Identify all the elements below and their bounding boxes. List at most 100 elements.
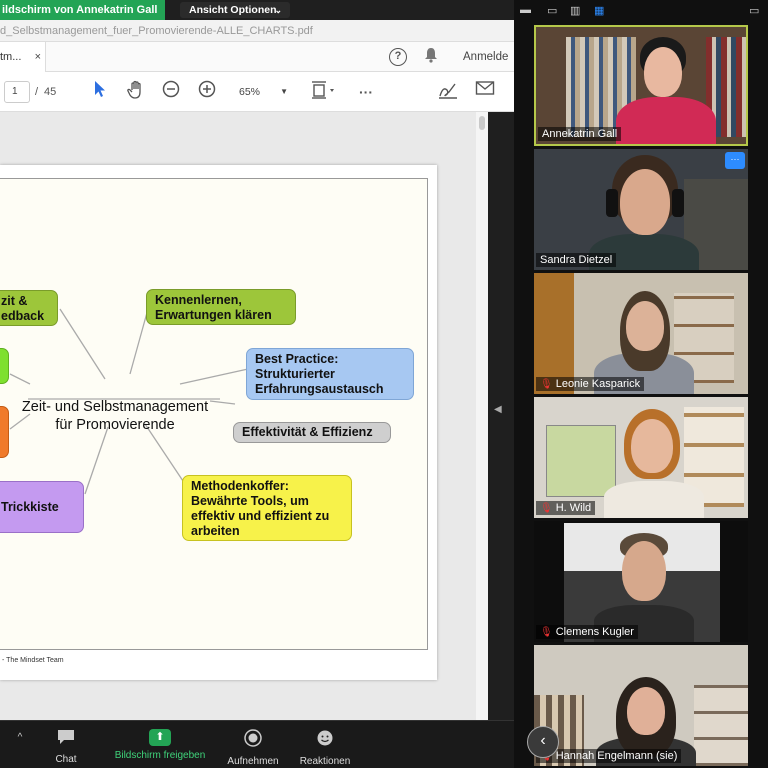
- more-options-icon[interactable]: ···: [355, 80, 377, 104]
- panel-divider[interactable]: ◀: [488, 112, 514, 720]
- pdf-toolbar: 1 / 45 65% ▼ ···: [0, 72, 514, 112]
- page-total: 45: [44, 86, 57, 98]
- participant-name-text: H. Wild: [555, 502, 592, 514]
- chevron-left-icon: ‹: [540, 732, 546, 749]
- mail-icon[interactable]: [473, 80, 497, 104]
- node-best-practice: Best Practice: Strukturierter Erfahrungs…: [246, 348, 414, 400]
- more-view-icon[interactable]: ▭: [749, 4, 759, 17]
- view-options-button[interactable]: Ansicht Optionen ⌄: [180, 2, 290, 18]
- participant-name: 🎙 H. Wild: [536, 501, 596, 515]
- participant-tile[interactable]: 🎙 Clemens Kugler: [534, 521, 748, 642]
- pdf-viewer: d_Selbstmanagement_fuer_Promovierende-AL…: [0, 20, 514, 720]
- minimize-icon[interactable]: ▬: [520, 4, 531, 16]
- participant-name-text: Clemens Kugler: [555, 626, 634, 638]
- record-icon: [222, 729, 284, 752]
- node-kennenlernen: Kennenlernen, Erwartungen klären: [146, 289, 296, 325]
- chat-label: Chat: [55, 754, 77, 765]
- help-icon[interactable]: ?: [389, 48, 407, 66]
- select-cursor-icon[interactable]: [90, 80, 110, 104]
- close-icon[interactable]: ×: [35, 42, 41, 72]
- share-screen-icon: ⬆: [149, 729, 171, 746]
- participant-tile[interactable]: 🎙Hannah Engelmann (sie): [534, 645, 748, 766]
- tab-bar: tm... × ? Anmelde: [0, 42, 514, 72]
- panel-header: ▬ ▭ ▥ ▦ ▭: [514, 0, 768, 22]
- record-button[interactable]: Aufnehmen: [222, 721, 284, 767]
- mic-off-icon: 🎙: [540, 627, 553, 638]
- chevron-down-icon: ⌄: [274, 5, 282, 15]
- participant-name-text: Leonie Kasparick: [555, 378, 641, 390]
- participant-name: 🎙Hannah Engelmann (sie): [536, 749, 682, 763]
- zoom-in-icon[interactable]: [197, 80, 217, 104]
- reactions-label: Reaktionen: [299, 756, 351, 767]
- mindmap: zit & edback Kennenlernen, Erwartungen k…: [0, 178, 428, 664]
- chat-icon: [46, 729, 86, 750]
- slide-credit: - The Mindset Team: [2, 657, 64, 664]
- share-screen-label: Bildschirm freigeben: [114, 750, 206, 761]
- restore-icon[interactable]: ▭: [547, 4, 557, 17]
- chat-button[interactable]: Chat: [46, 721, 86, 765]
- participant-tile[interactable]: 🎙 H. Wild: [534, 397, 748, 518]
- headset-icon: [672, 189, 684, 217]
- headset-icon: [606, 189, 618, 217]
- person-face: [627, 687, 665, 735]
- grid-view-icon[interactable]: ▥: [570, 4, 580, 17]
- participant-name: 🎙 Clemens Kugler: [536, 625, 638, 639]
- options-caret[interactable]: ^: [10, 721, 30, 751]
- page-fit-icon[interactable]: [309, 80, 337, 104]
- zoom-window: ildschirm von Annekatrin Gall Ansicht Op…: [0, 0, 768, 768]
- participant-tile[interactable]: ··· Sandra Dietzel: [534, 149, 748, 270]
- reactions-button[interactable]: Reaktionen: [294, 721, 356, 767]
- participant-name: Annekatrin Gall: [538, 127, 622, 141]
- share-status-bar: ildschirm von Annekatrin Gall Ansicht Op…: [0, 0, 514, 20]
- caret-up-icon: ^: [17, 732, 23, 743]
- emoji-icon: [294, 729, 356, 752]
- sign-icon[interactable]: [436, 80, 460, 104]
- more-options-button[interactable]: ···: [725, 152, 745, 169]
- document-tab-label: tm...: [0, 51, 22, 63]
- scroll-back-button[interactable]: ‹: [527, 726, 559, 758]
- node-effektivitaet: Effektivität & Effizienz: [233, 422, 391, 443]
- record-label: Aufnehmen: [227, 756, 279, 767]
- node-methodenkoffer: Methodenkoffer: Bewährte Tools, um effek…: [182, 475, 352, 541]
- slide-page: zit & edback Kennenlernen, Erwartungen k…: [0, 165, 437, 680]
- participant-name: Sandra Dietzel: [536, 253, 617, 267]
- person-face: [631, 419, 673, 473]
- background-shelf: [694, 685, 748, 766]
- person-face: [626, 301, 664, 351]
- node-zeit-feedback: zit & edback: [0, 290, 58, 326]
- hand-tool-icon[interactable]: [124, 80, 148, 104]
- vertical-scrollbar[interactable]: [476, 112, 488, 720]
- zoom-level-value: 65%: [239, 86, 261, 98]
- caret-down-icon: ▼: [280, 87, 288, 96]
- collapse-arrow-icon[interactable]: ◀: [494, 404, 502, 415]
- person-face: [622, 541, 666, 601]
- page-number-input[interactable]: 1: [4, 81, 30, 103]
- center-topic: Zeit- und Selbstmanagement für Promovier…: [21, 399, 209, 433]
- bell-icon[interactable]: [424, 47, 438, 67]
- node-orange: [0, 406, 9, 458]
- person: [616, 97, 716, 144]
- background-door: [534, 273, 574, 394]
- mic-off-icon: 🎙: [540, 379, 553, 390]
- signin-link[interactable]: Anmelde: [463, 42, 508, 72]
- share-screen-button[interactable]: ⬆ Bildschirm freigeben: [106, 721, 214, 761]
- mic-off-icon: 🎙: [540, 503, 553, 514]
- background-map: [546, 425, 616, 497]
- participant-name-text: Hannah Engelmann (sie): [555, 750, 678, 762]
- person-face: [644, 47, 682, 97]
- node-trickkiste: Trickkiste: [0, 481, 84, 533]
- zoom-level-select[interactable]: 65% ▼: [232, 81, 292, 103]
- scrollbar-thumb[interactable]: [479, 116, 485, 130]
- document-tab[interactable]: tm... ×: [0, 42, 46, 72]
- view-options-label: Ansicht Optionen: [189, 4, 277, 16]
- participant-tile[interactable]: 🎙 Leonie Kasparick: [534, 273, 748, 394]
- gallery-view-icon[interactable]: ▦: [594, 4, 604, 17]
- zoom-out-icon[interactable]: [161, 80, 181, 104]
- node-bright-green: [0, 348, 9, 384]
- sharing-badge: ildschirm von Annekatrin Gall: [0, 0, 165, 20]
- participants-panel: ▬ ▭ ▥ ▦ ▭ Annekatrin Gall ··· Sandra Die…: [514, 0, 768, 768]
- document-title: d_Selbstmanagement_fuer_Promovierende-AL…: [0, 20, 514, 42]
- page-separator: /: [35, 86, 39, 98]
- person-face: [620, 169, 670, 235]
- participant-tile[interactable]: Annekatrin Gall: [534, 25, 748, 146]
